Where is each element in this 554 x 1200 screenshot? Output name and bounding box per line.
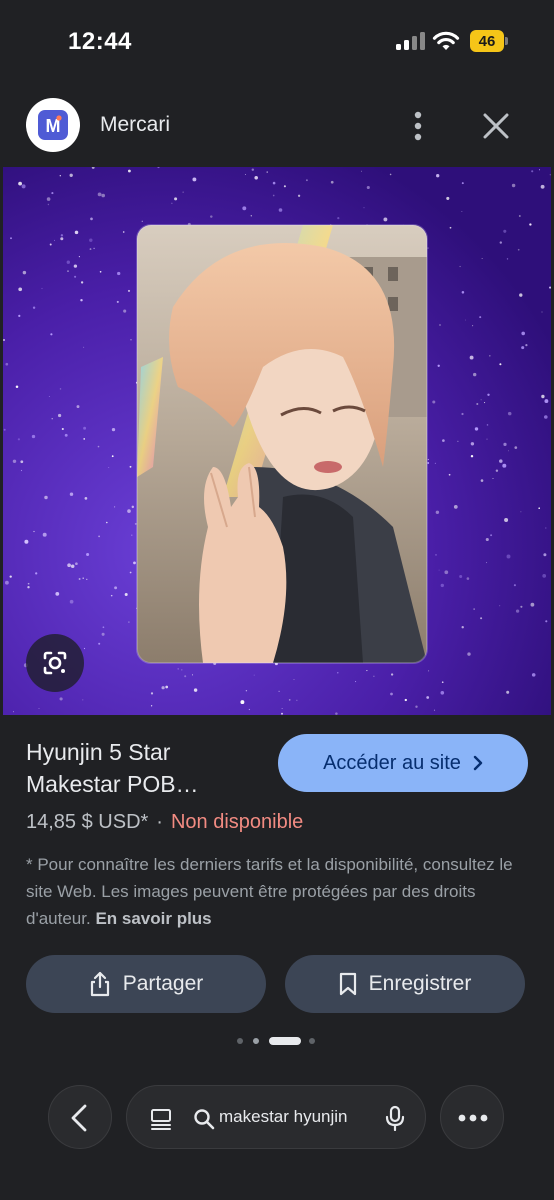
search-icon bbox=[194, 1109, 215, 1130]
battery-level: 46 bbox=[478, 32, 496, 50]
wifi-icon bbox=[432, 31, 460, 50]
pagination-dot bbox=[309, 1038, 315, 1044]
product-title[interactable]: Hyunjin 5 Star Makestar POB… bbox=[26, 736, 266, 800]
lens-search-button[interactable] bbox=[26, 634, 84, 692]
visit-site-button[interactable]: Accéder au site bbox=[278, 734, 528, 792]
lens-search-icon bbox=[43, 651, 67, 675]
share-label: Partager bbox=[122, 972, 204, 995]
pagination-dot-active bbox=[269, 1037, 301, 1045]
visit-site-label: Accéder au site bbox=[323, 751, 461, 774]
signal-icon bbox=[396, 32, 426, 50]
bookmark-icon bbox=[339, 972, 356, 996]
tabs-icon[interactable] bbox=[149, 1107, 173, 1131]
share-button[interactable]: Partager bbox=[26, 955, 266, 1013]
status-time: 12:44 bbox=[68, 28, 132, 55]
more-options-button[interactable] bbox=[440, 1085, 504, 1149]
site-name[interactable]: Mercari bbox=[100, 113, 170, 137]
save-button[interactable]: Enregistrer bbox=[285, 955, 525, 1013]
pagination-dot bbox=[237, 1038, 243, 1044]
price-line: 14,85 $ USD* · Non disponible bbox=[26, 811, 303, 834]
search-bar[interactable]: makestar hyunjin bbox=[126, 1085, 426, 1149]
mic-icon[interactable] bbox=[385, 1105, 405, 1131]
back-icon bbox=[71, 1104, 87, 1132]
disclaimer: * Pour connaître les derniers tarifs et … bbox=[26, 851, 536, 932]
product-image[interactable] bbox=[3, 167, 551, 715]
pagination-dot bbox=[253, 1038, 259, 1044]
separator: · bbox=[156, 811, 163, 833]
mobile-screen: 12:44 46 M Mercari Hyunjin 5 Star Makest… bbox=[0, 0, 554, 1200]
chevron-right-icon bbox=[473, 755, 483, 771]
back-button[interactable] bbox=[48, 1085, 112, 1149]
mercari-logo-icon[interactable]: M bbox=[26, 98, 80, 152]
more-horiz-icon bbox=[458, 1114, 488, 1122]
save-label: Enregistrer bbox=[368, 972, 472, 995]
learn-more-link[interactable]: En savoir plus bbox=[95, 909, 211, 928]
source-header: M Mercari bbox=[0, 92, 554, 160]
status-bar: 12:44 46 bbox=[0, 0, 554, 84]
more-vert-icon[interactable] bbox=[402, 106, 434, 146]
availability-status: Non disponible bbox=[170, 811, 304, 833]
battery-icon: 46 bbox=[470, 30, 508, 52]
share-icon bbox=[90, 971, 109, 997]
close-icon[interactable] bbox=[476, 106, 516, 146]
price: 14,85 $ USD* bbox=[26, 811, 149, 833]
search-query[interactable]: makestar hyunjin bbox=[219, 1107, 377, 1127]
photocard bbox=[137, 225, 427, 663]
